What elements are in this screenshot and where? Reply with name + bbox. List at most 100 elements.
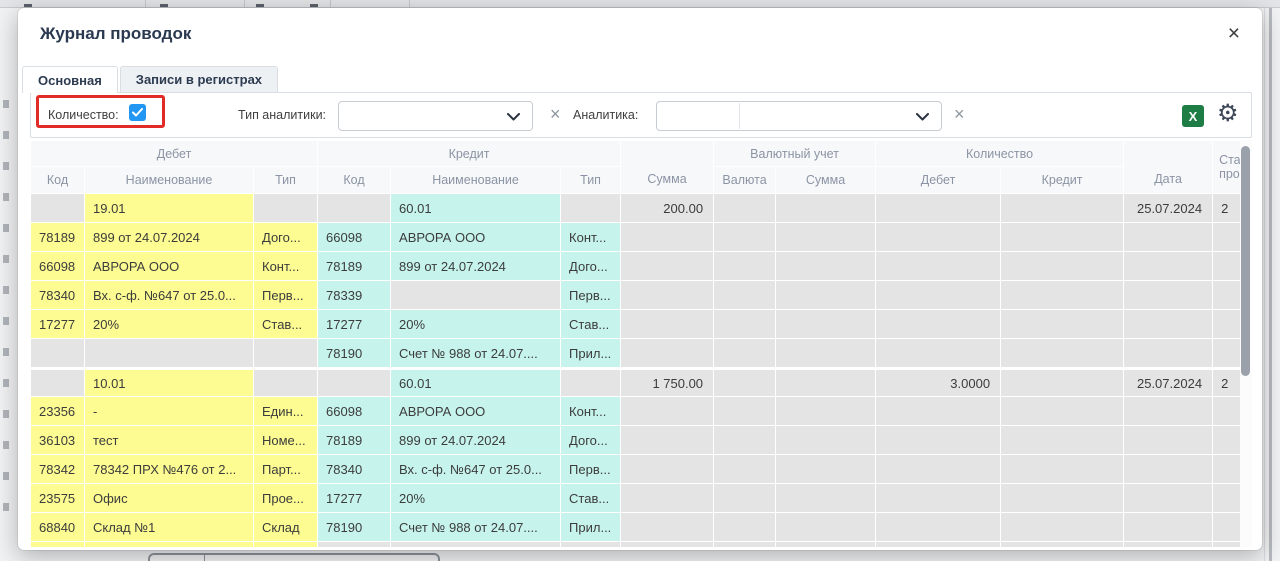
grid-cell[interactable]: 1 750.00 <box>621 368 713 396</box>
grid-cell[interactable]: 3.0000 <box>876 368 1000 396</box>
grid-cell[interactable] <box>714 281 775 309</box>
grid-cell[interactable] <box>85 339 253 367</box>
grid-cell[interactable] <box>876 542 1000 547</box>
column-group-quantity[interactable]: Количество <box>876 141 1123 166</box>
grid-cell[interactable] <box>1124 281 1212 309</box>
grid-cell[interactable] <box>621 426 713 454</box>
grid-cell[interactable]: 25.07.2024 <box>1124 194 1212 222</box>
grid-cell[interactable] <box>714 513 775 541</box>
grid-cell[interactable]: Прил... <box>561 513 620 541</box>
grid-cell[interactable] <box>1124 542 1212 547</box>
grid-cell[interactable]: 17277 <box>318 484 390 512</box>
grid-cell[interactable] <box>776 223 875 251</box>
quantity-checkbox[interactable] <box>129 104 146 121</box>
grid-cell[interactable]: 78190 <box>318 339 390 367</box>
clear-analytics-icon[interactable]: × <box>954 105 965 123</box>
grid-cell[interactable]: тест <box>85 426 253 454</box>
grid-cell[interactable] <box>776 339 875 367</box>
grid-cell[interactable] <box>621 484 713 512</box>
grid-cell[interactable]: АВРОРА ООО <box>391 223 560 251</box>
grid-cell[interactable]: Прил... <box>561 339 620 367</box>
grid-cell[interactable] <box>1124 484 1212 512</box>
grid-cell[interactable] <box>776 513 875 541</box>
column-quantity-credit[interactable]: Кредит <box>1001 167 1123 193</box>
grid-cell[interactable] <box>1001 310 1123 338</box>
scrollbar-thumb[interactable] <box>1241 146 1250 376</box>
grid-cell[interactable] <box>776 484 875 512</box>
grid-cell[interactable]: Номе... <box>254 426 317 454</box>
excel-export-button[interactable]: X <box>1182 105 1204 127</box>
analytics-row[interactable]: 66098АВРОРА ОООКонт...78189899 от 24.07.… <box>31 252 1251 280</box>
grid-cell[interactable] <box>1124 252 1212 280</box>
grid-cell[interactable] <box>31 339 84 367</box>
grid-cell[interactable]: 78342 <box>31 455 84 483</box>
grid-cell[interactable] <box>31 542 84 547</box>
grid-cell[interactable] <box>621 281 713 309</box>
grid-cell[interactable] <box>85 542 253 547</box>
column-group-debit[interactable]: Дебет <box>31 141 317 166</box>
analytics-row[interactable]: 78190Счет № 988 от 24.07....Прил... <box>31 339 1251 367</box>
grid-cell[interactable] <box>318 542 390 547</box>
column-sum[interactable]: Сумма <box>621 141 713 193</box>
grid-cell[interactable]: 68840 <box>31 513 84 541</box>
grid-cell[interactable]: 20% <box>391 484 560 512</box>
clear-analytics-type-icon[interactable]: × <box>550 105 561 123</box>
column-quantity-debit[interactable]: Дебет <box>876 167 1000 193</box>
grid-cell[interactable] <box>1001 426 1123 454</box>
grid-cell[interactable] <box>621 513 713 541</box>
grid-cell[interactable] <box>776 397 875 425</box>
grid-cell[interactable] <box>714 339 775 367</box>
grid-cell[interactable] <box>876 484 1000 512</box>
grid-cell[interactable]: АВРОРА ООО <box>85 252 253 280</box>
column-currency-sum[interactable]: Сумма <box>776 167 875 193</box>
grid-cell[interactable] <box>876 455 1000 483</box>
grid-cell[interactable] <box>1124 426 1212 454</box>
column-debit-code[interactable]: Код <box>31 167 84 193</box>
grid-cell[interactable] <box>561 368 620 396</box>
grid-cell[interactable]: Перв... <box>561 281 620 309</box>
grid-cell[interactable] <box>776 455 875 483</box>
grid-cell[interactable] <box>1001 252 1123 280</box>
column-date[interactable]: Дата <box>1124 141 1212 193</box>
grid-cell[interactable]: 17277 <box>31 310 84 338</box>
grid-cell[interactable] <box>254 339 317 367</box>
grid-cell[interactable]: Вх. с-ф. №647 от 25.0... <box>391 455 560 483</box>
grid-cell[interactable] <box>1001 281 1123 309</box>
analytics-row[interactable]: 7834278342 ПРХ №476 от 2...Парт...78340В… <box>31 455 1251 483</box>
grid-cell[interactable] <box>31 194 84 222</box>
grid-cell[interactable]: Перв... <box>561 455 620 483</box>
grid-cell[interactable]: Парт... <box>254 455 317 483</box>
grid-cell[interactable] <box>1001 455 1123 483</box>
grid-cell[interactable] <box>876 310 1000 338</box>
grid-cell[interactable] <box>876 194 1000 222</box>
gear-icon[interactable]: ⚙ <box>1217 100 1239 128</box>
grid-cell[interactable]: 23575 <box>31 484 84 512</box>
grid-cell[interactable]: 20% <box>391 310 560 338</box>
grid-cell[interactable] <box>876 513 1000 541</box>
grid-cell[interactable] <box>876 252 1000 280</box>
grid-cell[interactable] <box>1001 542 1123 547</box>
grid-cell[interactable]: 23356 <box>31 397 84 425</box>
column-group-credit[interactable]: Кредит <box>318 141 620 166</box>
grid-cell[interactable]: - <box>85 397 253 425</box>
grid-cell[interactable]: Прое... <box>254 484 317 512</box>
analytics-row[interactable]: 78340Вх. с-ф. №647 от 25.0...Перв...7833… <box>31 281 1251 309</box>
tab-registers[interactable]: Записи в регистрах <box>120 66 278 92</box>
grid-cell[interactable] <box>776 426 875 454</box>
grid-cell[interactable] <box>776 542 875 547</box>
grid-cell[interactable]: 66098 <box>318 223 390 251</box>
grid-cell[interactable]: 78190 <box>318 513 390 541</box>
grid-cell[interactable]: 60.01 <box>391 368 560 396</box>
grid-cell[interactable] <box>621 310 713 338</box>
grid-cell[interactable]: Дого... <box>254 223 317 251</box>
grid-cell[interactable]: 899 от 24.07.2024 <box>391 252 560 280</box>
grid-cell[interactable] <box>1001 368 1123 396</box>
analytics-row[interactable]: 23356-Един...66098АВРОРА ОООКонт... <box>31 397 1251 425</box>
grid-cell[interactable] <box>714 368 775 396</box>
transaction-row[interactable]: 19.0160.01200.0025.07.20242 <box>31 194 1251 222</box>
grid-cell[interactable]: 20% <box>85 310 253 338</box>
grid-cell[interactable]: Перв... <box>254 281 317 309</box>
grid-cell[interactable] <box>714 455 775 483</box>
grid-cell[interactable] <box>714 397 775 425</box>
grid-cell[interactable] <box>1001 397 1123 425</box>
